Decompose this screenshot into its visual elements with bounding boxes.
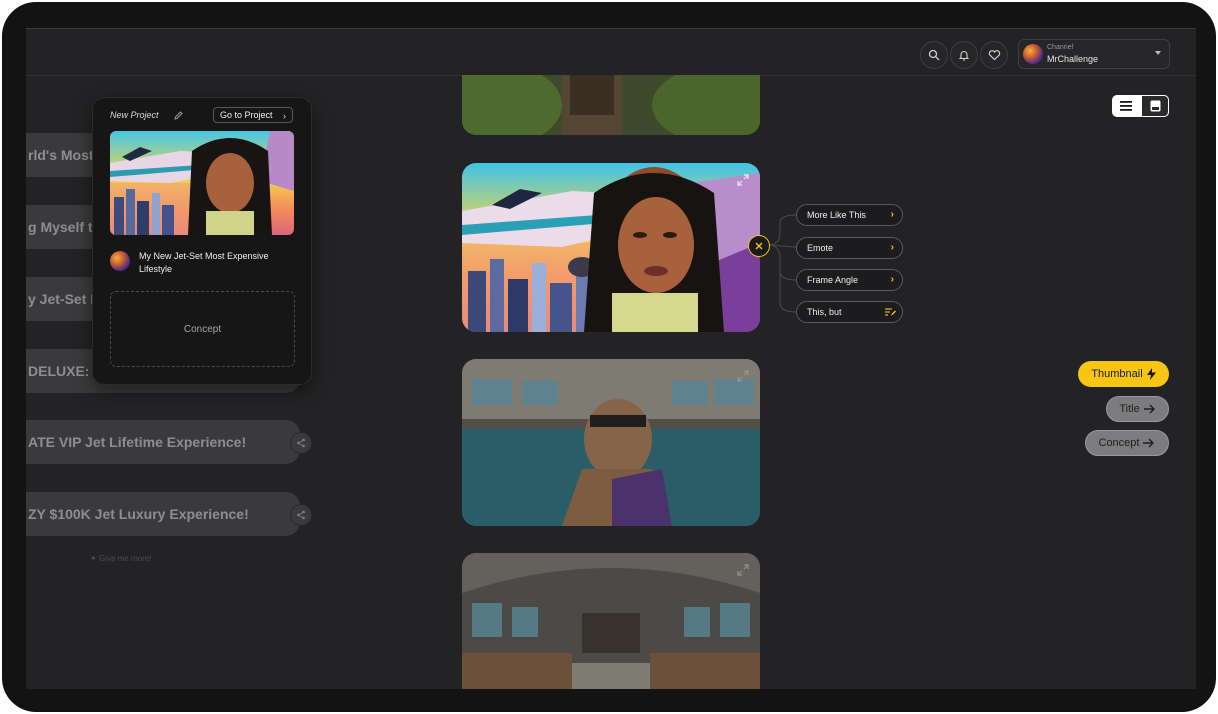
concept-step-label: Concept: [1098, 437, 1140, 449]
bell-icon: [958, 51, 970, 61]
search-icon: [928, 49, 940, 61]
channel-avatar: [1023, 44, 1043, 64]
share-button[interactable]: [290, 432, 312, 454]
thumbnail-image[interactable]: [462, 75, 760, 135]
heart-icon: [988, 50, 1000, 61]
arrow-right-icon: [1143, 438, 1155, 448]
title-step-button[interactable]: Title: [1106, 396, 1169, 422]
title-list-item[interactable]: ATE VIP Jet Lifetime Experience!: [26, 420, 300, 464]
view-toggle: [1112, 95, 1169, 117]
emote-button[interactable]: Emote ›: [796, 237, 903, 259]
video-avatar: [110, 251, 130, 271]
notifications-button[interactable]: [950, 41, 978, 69]
title-list-item[interactable]: ZY $100K Jet Luxury Experience!: [26, 492, 300, 536]
expand-icon[interactable]: [736, 173, 750, 187]
thumbnail-image[interactable]: [462, 553, 760, 689]
caret-down-icon: [1155, 51, 1161, 55]
concept-step-button[interactable]: Concept: [1085, 430, 1169, 456]
expand-icon[interactable]: [736, 369, 750, 383]
option-label: This, but: [807, 307, 842, 317]
chevron-right-icon: ›: [890, 209, 894, 220]
more-like-this-button[interactable]: More Like This ›: [796, 204, 903, 226]
pencil-icon[interactable]: [173, 110, 184, 121]
title-list-item-label: g Myself to: [28, 219, 102, 235]
expand-icon[interactable]: [736, 563, 750, 577]
project-card: New Project Go to Project › My New Jet-S…: [92, 97, 312, 385]
search-button[interactable]: [920, 41, 948, 69]
device-frame: Channel MrChallenge rld's Most g Myself …: [2, 2, 1216, 712]
list-view-button[interactable]: [1112, 95, 1140, 117]
favorites-button[interactable]: [980, 41, 1008, 69]
lightning-icon: [1146, 368, 1156, 380]
close-icon: [755, 242, 763, 250]
video-title: My New Jet-Set Most Expensive Lifestyle: [139, 251, 269, 274]
channel-name: MrChallenge: [1047, 54, 1099, 64]
option-label: Emote: [807, 243, 834, 253]
option-connectors: [768, 214, 797, 313]
channel-label: Channel: [1047, 44, 1074, 51]
frame-angle-button[interactable]: Frame Angle ›: [796, 269, 903, 291]
channel-selector[interactable]: Channel MrChallenge: [1018, 39, 1170, 69]
give-more-button[interactable]: ✦ Give me more!: [90, 554, 151, 563]
thumbnail-image[interactable]: [462, 163, 760, 332]
title-list-item-label: ZY $100K Jet Luxury Experience!: [28, 506, 249, 522]
share-icon: [297, 510, 305, 520]
thumbnail-step-label: Thumbnail: [1091, 368, 1143, 380]
project-title: New Project: [110, 110, 159, 120]
this-but-button[interactable]: This, but: [796, 301, 903, 323]
list-icon: [1120, 101, 1132, 111]
chevron-right-icon: ›: [890, 242, 894, 253]
option-label: More Like This: [807, 210, 866, 220]
option-label: Frame Angle: [807, 275, 859, 285]
card-icon: [1150, 100, 1160, 112]
text-edit-icon: [885, 308, 896, 316]
project-thumbnail: [110, 131, 294, 235]
card-view-button[interactable]: [1141, 95, 1169, 117]
close-options-button[interactable]: [748, 235, 770, 257]
chevron-right-icon: ›: [283, 111, 286, 121]
give-more-label: Give me more!: [98, 554, 152, 563]
go-to-project-button[interactable]: Go to Project ›: [213, 107, 293, 123]
thumbnail-image[interactable]: [462, 359, 760, 526]
title-list-item-label: y Jet-Set M: [28, 291, 102, 307]
chevron-right-icon: ›: [890, 274, 894, 285]
title-list-item-label: ATE VIP Jet Lifetime Experience!: [28, 434, 247, 450]
sparkle-icon: ✦: [90, 554, 99, 563]
thumbnail-step-button[interactable]: Thumbnail: [1078, 361, 1169, 387]
share-button[interactable]: [290, 504, 312, 526]
title-list-item-label: rld's Most: [28, 147, 94, 163]
concept-input[interactable]: Concept: [110, 291, 295, 367]
title-step-label: Title: [1119, 403, 1140, 415]
top-bar: Channel MrChallenge: [26, 29, 1196, 76]
go-to-project-label: Go to Project: [220, 110, 273, 120]
title-list-item-label: DELUXE: I: [28, 363, 98, 379]
app-screen: Channel MrChallenge rld's Most g Myself …: [26, 28, 1196, 689]
share-icon: [297, 438, 305, 448]
arrow-right-icon: [1143, 404, 1155, 414]
